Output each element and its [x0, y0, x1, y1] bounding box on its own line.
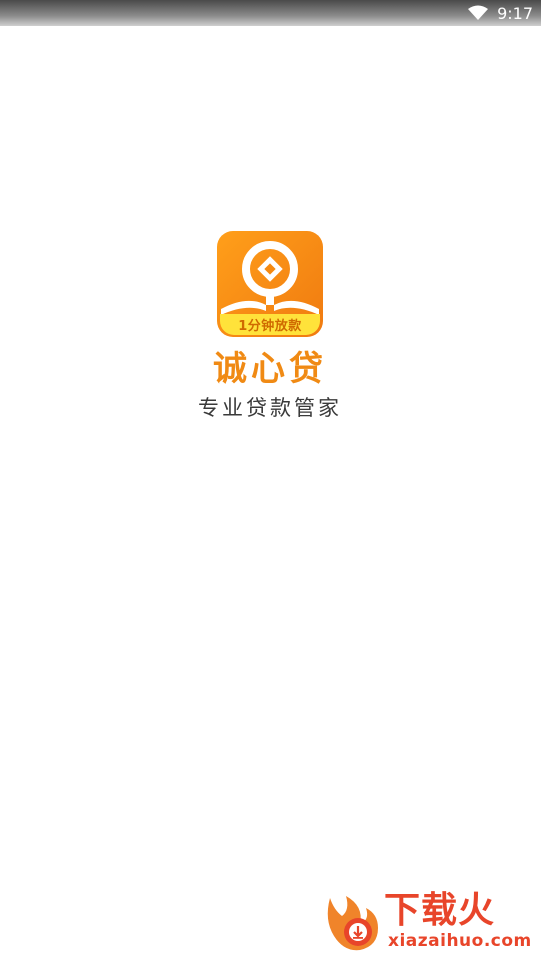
app-slogan: 专业贷款管家 — [198, 396, 342, 420]
watermark-domain: xiazaihuo.com — [388, 931, 532, 951]
watermark-title: 下载火 — [384, 890, 496, 931]
status-bar: 9:17 — [0, 0, 541, 26]
app-icon-badge: 1分钟放款 — [220, 314, 320, 335]
wifi-icon — [468, 5, 489, 20]
status-time: 9:17 — [497, 3, 533, 23]
app-name: 诚心贷 — [213, 349, 327, 389]
app-logo: 1分钟放款 — [217, 231, 323, 337]
flame-download-icon — [327, 896, 378, 951]
watermark: 下载火 xiazaihuo.com — [318, 888, 538, 958]
